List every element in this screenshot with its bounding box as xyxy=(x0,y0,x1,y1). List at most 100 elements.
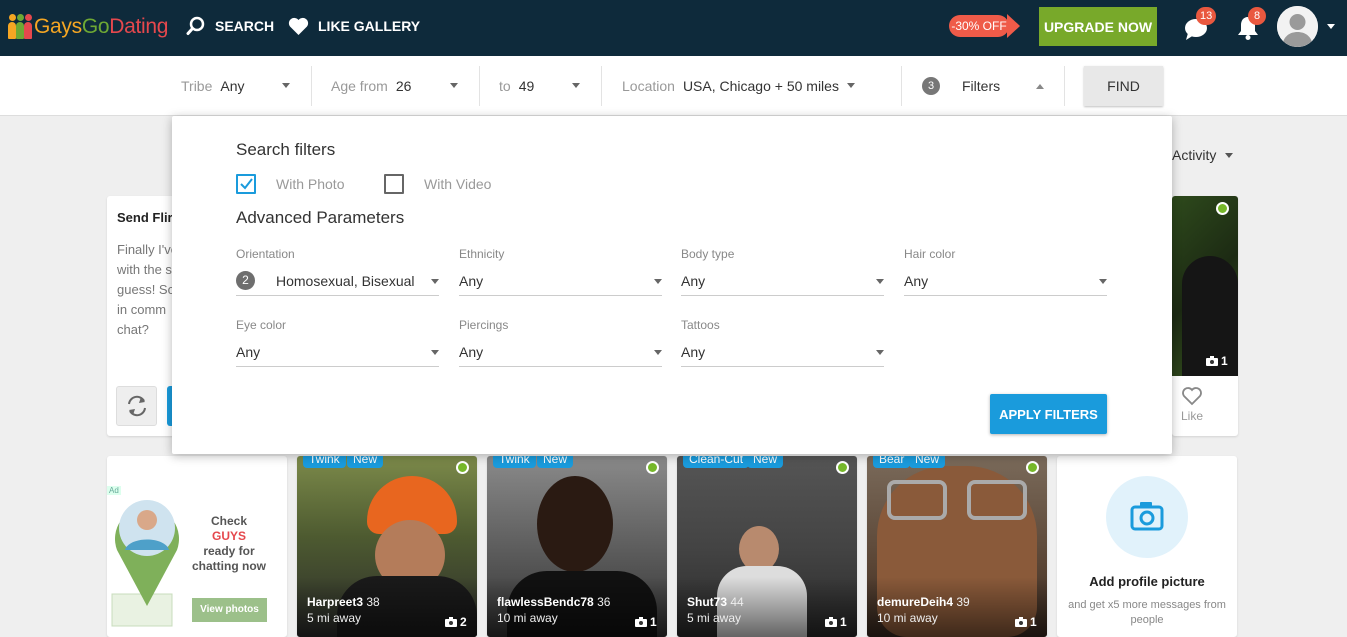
account-menu-chevron-icon[interactable] xyxy=(1327,24,1335,29)
brand-name: GaysGoDating xyxy=(34,15,169,38)
new-tag: New xyxy=(909,456,946,468)
refresh-icon xyxy=(128,395,146,417)
user-card[interactable]: Clean-Cut New Shut73 44 5 mi away 1 xyxy=(677,456,857,637)
eye-color-field[interactable]: Any xyxy=(236,337,439,367)
advanced-parameters-heading: Advanced Parameters xyxy=(236,208,405,227)
online-status-icon xyxy=(456,461,469,474)
ethnicity-label: Ethnicity xyxy=(459,247,505,261)
orientation-field[interactable]: 2 Homosexual, Bisexual xyxy=(236,266,439,296)
divider xyxy=(479,66,480,106)
location-chevron-down-icon[interactable] xyxy=(847,83,855,88)
add-picture-title: Add profile picture xyxy=(1089,574,1205,589)
hair-color-field[interactable]: Any xyxy=(904,266,1107,296)
find-button[interactable]: FIND xyxy=(1084,66,1163,106)
upgrade-button[interactable]: UPGRADE NOW xyxy=(1039,7,1157,46)
camera-icon xyxy=(1130,502,1164,531)
filters-toggle[interactable]: 3 Filters xyxy=(922,66,1000,106)
with-photo-label: With Photo xyxy=(276,176,345,192)
user-card[interactable]: Twink New Harpreet3 38 5 mi away 2 xyxy=(297,456,477,637)
ad-text: Check GUYS ready for chatting now xyxy=(192,514,266,573)
brand-logo[interactable]: GaysGoDating xyxy=(8,12,168,42)
age-to-select[interactable]: to 49 xyxy=(499,66,534,106)
filters-chevron-up-icon[interactable] xyxy=(1036,84,1044,89)
with-photo-checkbox[interactable]: With Photo xyxy=(236,174,344,194)
online-status-icon xyxy=(646,461,659,474)
orientation-count-badge: 2 xyxy=(236,271,255,290)
messages-count-badge: 13 xyxy=(1196,7,1217,25)
camera-icon xyxy=(635,617,647,627)
tribe-tag: Twink xyxy=(493,456,536,468)
user-distance: 5 mi away xyxy=(687,611,742,625)
nav-like-gallery[interactable]: LIKE GALLERY xyxy=(288,16,420,36)
location-select[interactable]: Location USA, Chicago + 50 miles xyxy=(622,66,839,106)
camera-icon xyxy=(1015,617,1027,627)
hair-color-select[interactable]: Hair color Any xyxy=(904,247,1107,296)
user-name[interactable]: Harpreet3 38 xyxy=(307,595,380,609)
add-profile-picture-card[interactable]: Add profile picture and get x5 more mess… xyxy=(1057,456,1237,637)
age-from-label: Age from xyxy=(331,78,388,94)
tattoos-field[interactable]: Any xyxy=(681,337,884,367)
add-photo-button[interactable] xyxy=(1106,476,1188,558)
tattoos-label: Tattoos xyxy=(681,318,720,332)
tattoos-select[interactable]: Tattoos Any xyxy=(681,318,884,367)
refresh-flirt-button[interactable] xyxy=(116,386,157,426)
sort-select[interactable]: Activity xyxy=(1172,147,1234,163)
orientation-select[interactable]: Orientation 2 Homosexual, Bisexual xyxy=(236,247,439,296)
search-filters-heading: Search filters xyxy=(236,140,336,159)
user-name[interactable]: demureDeih4 39 xyxy=(877,595,970,609)
user-avatar[interactable] xyxy=(1277,6,1318,47)
with-video-checkbox[interactable]: With Video xyxy=(384,174,491,194)
camera-icon xyxy=(1206,356,1218,366)
flirt-message: Finally I've with the s guess! So in com… xyxy=(117,242,177,337)
sort-chevron-down-icon xyxy=(1225,152,1234,158)
hair-color-value: Any xyxy=(904,272,929,289)
piercings-value: Any xyxy=(459,343,484,360)
user-distance: 10 mi away xyxy=(497,611,558,625)
piercings-label: Piercings xyxy=(459,318,509,332)
tribe-select[interactable]: Tribe Any xyxy=(181,66,245,106)
user-name[interactable]: Shut73 44 xyxy=(687,595,744,609)
body-type-select[interactable]: Body type Any xyxy=(681,247,884,296)
age-from-select[interactable]: Age from 26 xyxy=(331,66,411,106)
chevron-down-icon xyxy=(654,279,662,284)
piercings-field[interactable]: Any xyxy=(459,337,662,367)
nav-search[interactable]: SEARCH xyxy=(186,16,274,36)
age-from-chevron-down-icon[interactable] xyxy=(450,83,458,88)
messages-button[interactable]: 13 xyxy=(1183,7,1217,44)
ad-card[interactable]: Ad Check GUYS ready for chatting now Vie… xyxy=(107,456,287,637)
eye-color-select[interactable]: Eye color Any xyxy=(236,318,439,367)
chevron-down-icon xyxy=(431,279,439,284)
apply-filters-button[interactable]: APPLY FILTERS xyxy=(990,394,1107,434)
chevron-down-icon xyxy=(654,350,662,355)
nav-search-label: SEARCH xyxy=(215,18,275,34)
age-to-label: to xyxy=(499,78,511,94)
notifications-button[interactable]: 8 xyxy=(1236,7,1268,44)
discount-badge[interactable]: -30% OFF xyxy=(949,14,1021,38)
photo-count: 2 xyxy=(445,615,467,629)
filters-count-badge: 3 xyxy=(922,77,940,95)
user-card[interactable]: Twink New flawlessBendc78 36 10 mi away … xyxy=(487,456,667,637)
body-type-value: Any xyxy=(681,272,706,289)
age-to-chevron-down-icon[interactable] xyxy=(572,83,580,88)
piercings-select[interactable]: Piercings Any xyxy=(459,318,662,367)
user-card[interactable]: Bear New demureDeih4 39 10 mi away 1 xyxy=(867,456,1047,637)
ethnicity-field[interactable]: Any xyxy=(459,266,662,296)
notifications-count-badge: 8 xyxy=(1248,7,1266,25)
online-status-icon xyxy=(1026,461,1039,474)
send-flirt-title: Send Flirt xyxy=(117,210,177,225)
search-filters-panel: Search filters With Photo With Video Adv… xyxy=(172,116,1172,454)
discount-text: -30% OFF xyxy=(949,15,1009,37)
camera-icon xyxy=(825,617,837,627)
heart-icon xyxy=(288,17,309,35)
tribe-chevron-down-icon[interactable] xyxy=(282,83,290,88)
online-status-icon xyxy=(836,461,849,474)
orientation-label: Orientation xyxy=(236,247,295,261)
profile-photo[interactable] xyxy=(1172,196,1238,376)
profile-card-top[interactable]: 1 Like xyxy=(1172,196,1238,436)
user-name[interactable]: flawlessBendc78 36 xyxy=(497,595,610,609)
like-button[interactable]: Like xyxy=(1172,386,1212,423)
ethnicity-select[interactable]: Ethnicity Any xyxy=(459,247,662,296)
body-type-field[interactable]: Any xyxy=(681,266,884,296)
hair-color-label: Hair color xyxy=(904,247,956,261)
view-photos-button[interactable]: View photos xyxy=(192,598,267,622)
